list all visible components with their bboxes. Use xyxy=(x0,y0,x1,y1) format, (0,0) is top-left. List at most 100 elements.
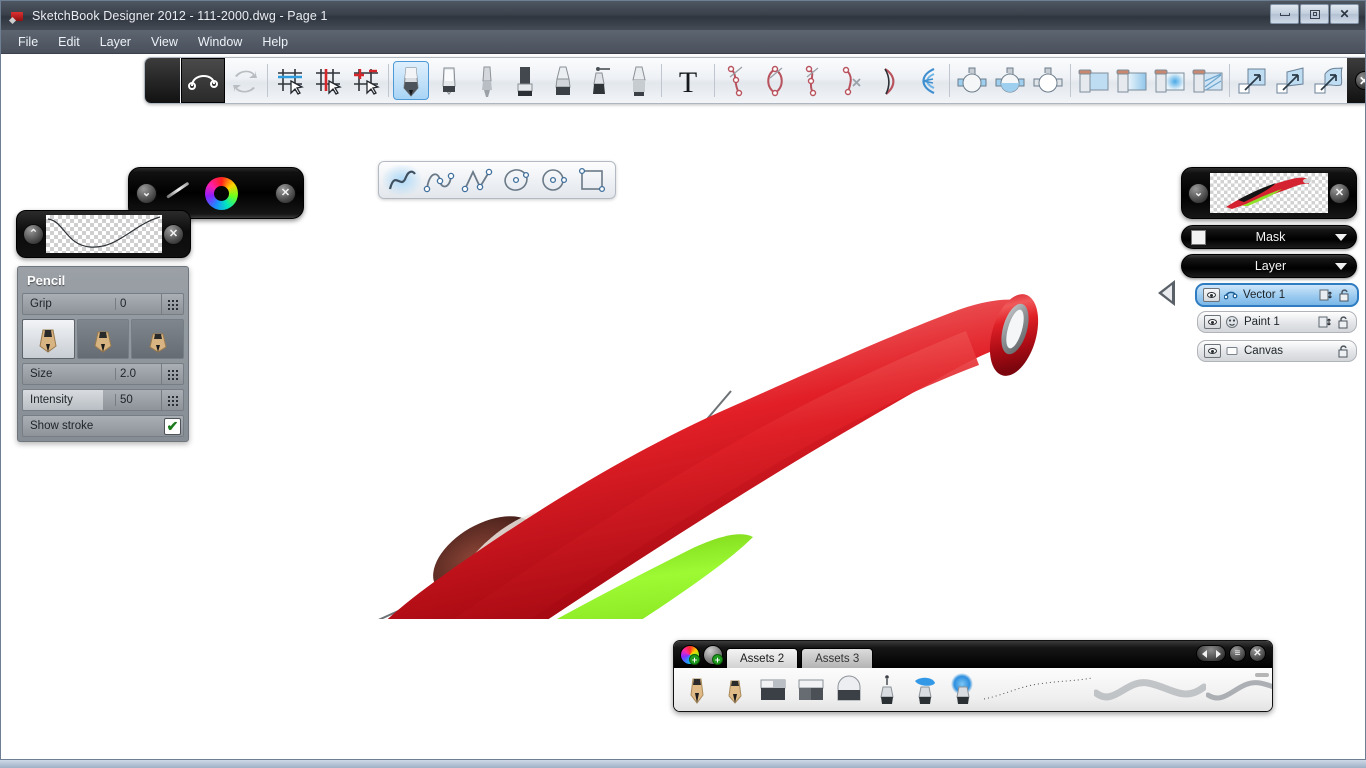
assets-nav-arrows[interactable] xyxy=(1196,645,1226,662)
assets-close-icon[interactable]: ✕ xyxy=(1249,645,1266,662)
brush-add-icon[interactable]: + xyxy=(703,645,723,665)
minimize-button[interactable] xyxy=(1270,4,1299,24)
eraser-2-asset-icon[interactable] xyxy=(792,670,830,710)
layer-row-vector-1[interactable]: Vector 1 xyxy=(1195,283,1359,307)
layer-dropdown-button[interactable]: Layer xyxy=(1181,254,1357,278)
rectangle-icon[interactable] xyxy=(573,165,611,195)
curve-delete-point-icon[interactable] xyxy=(833,61,869,100)
color-panel-collapse-icon[interactable]: ⌄ xyxy=(136,182,157,204)
mask-dropdown-button[interactable]: Mask xyxy=(1181,225,1357,249)
redo-arrow-icon[interactable] xyxy=(227,61,263,100)
fill-gradient-icon[interactable] xyxy=(1113,61,1149,100)
vector-curve-icon[interactable] xyxy=(181,58,225,103)
chisel-marker-icon[interactable] xyxy=(545,61,581,100)
layer-visibility-eye-icon[interactable] xyxy=(1204,315,1221,329)
block-eraser-asset-icon[interactable] xyxy=(830,670,868,710)
pencil-asset-icon[interactable] xyxy=(678,670,716,710)
curve-add-point-icon[interactable] xyxy=(719,61,755,100)
fill-radial-icon[interactable] xyxy=(1151,61,1187,100)
canvas-workspace[interactable]: T ✕ ⌄ ✕ ⌃ ✕ Pencil Grip 0 Size 2.0 Inten… xyxy=(1,54,1365,759)
layer-row-paint-1[interactable]: Paint 1 xyxy=(1197,311,1357,333)
guide-vertical-icon[interactable] xyxy=(310,61,346,100)
tab-assets-2[interactable]: Assets 2 xyxy=(726,648,799,668)
pencil-2-asset-icon[interactable] xyxy=(716,670,754,710)
pencil-icon[interactable] xyxy=(393,61,429,100)
freehand-curve-icon[interactable] xyxy=(383,165,421,195)
assets-scroll-handle[interactable] xyxy=(1255,673,1269,677)
transform-distort-icon[interactable] xyxy=(1272,61,1308,100)
layer-lock-icon[interactable] xyxy=(1336,344,1350,358)
assets-prev-arrow-icon[interactable] xyxy=(1201,649,1207,658)
gradient-linear-icon[interactable] xyxy=(954,61,990,100)
size-slider[interactable]: Size 2.0 xyxy=(22,363,184,385)
circle-icon[interactable] xyxy=(535,165,573,195)
layer-lock-icon[interactable] xyxy=(1336,315,1350,329)
layer-transform-icon[interactable] xyxy=(1319,288,1333,302)
layer-transform-icon[interactable] xyxy=(1318,315,1332,329)
color-panel-close-icon[interactable]: ✕ xyxy=(275,182,296,204)
curve-arc-icon[interactable] xyxy=(871,61,907,100)
guide-cross-icon[interactable] xyxy=(348,61,384,100)
add-brush-plus-icon[interactable]: + xyxy=(712,654,723,665)
brush-icon[interactable] xyxy=(469,61,505,100)
grip-handle-icon[interactable] xyxy=(161,294,183,314)
intensity-slider[interactable]: Intensity 50 xyxy=(22,389,184,411)
menu-window[interactable]: Window xyxy=(189,32,251,52)
close-button[interactable]: ✕ xyxy=(1330,4,1359,24)
transform-warp-icon[interactable] xyxy=(1310,61,1346,100)
mask-chevron-down-icon[interactable] xyxy=(1335,233,1347,241)
polyline-icon[interactable] xyxy=(459,165,497,195)
layer-lock-icon[interactable] xyxy=(1337,288,1351,302)
layer-thumbnail-icon[interactable] xyxy=(1210,173,1328,213)
gradient-clear-icon[interactable] xyxy=(1030,61,1066,100)
text-tool-icon[interactable]: T xyxy=(666,61,710,100)
transform-scale-icon[interactable] xyxy=(1234,61,1270,100)
eraser-asset-icon[interactable] xyxy=(754,670,792,710)
toolbar-close-icon[interactable]: ✕ xyxy=(1354,71,1365,90)
restore-button[interactable] xyxy=(1300,4,1329,24)
stroke-panel-collapse-icon[interactable]: ⌃ xyxy=(23,223,44,245)
layer-visibility-eye-icon[interactable] xyxy=(1204,344,1221,358)
grip-slider[interactable]: Grip 0 xyxy=(22,293,184,315)
soft-airbrush-asset-icon[interactable] xyxy=(906,670,944,710)
pencil-tip-soft-icon[interactable] xyxy=(22,319,75,359)
layer-visibility-eye-icon[interactable] xyxy=(1203,288,1220,302)
layer-chevron-down-icon[interactable] xyxy=(1335,262,1347,270)
eraser-pen-icon[interactable] xyxy=(431,61,467,100)
airbrush-asset-icon[interactable] xyxy=(868,670,906,710)
menu-edit[interactable]: Edit xyxy=(49,32,89,52)
layer-row-canvas[interactable]: Canvas xyxy=(1197,340,1357,362)
gradient-radial-icon[interactable] xyxy=(992,61,1028,100)
airbrush-icon[interactable] xyxy=(583,61,619,100)
stroke-panel-close-icon[interactable]: ✕ xyxy=(163,223,184,245)
guide-horizontal-icon[interactable] xyxy=(272,61,308,100)
color-picker-add-icon[interactable]: + xyxy=(680,645,700,665)
stroke-dotted-thin[interactable] xyxy=(982,670,1094,710)
fill-solid-icon[interactable] xyxy=(1075,61,1111,100)
add-color-plus-icon[interactable]: + xyxy=(689,654,700,665)
assets-menu-icon[interactable]: ≡ xyxy=(1229,645,1246,662)
pencil-tip-medium-icon[interactable] xyxy=(76,319,130,359)
color-wheel-icon[interactable] xyxy=(204,176,238,210)
collapse-left-arrow-icon[interactable] xyxy=(1158,280,1175,306)
curve-edit-point-icon[interactable] xyxy=(795,61,831,100)
felt-pen-icon[interactable] xyxy=(621,61,657,100)
menu-layer[interactable]: Layer xyxy=(91,32,140,52)
tab-assets-3[interactable]: Assets 3 xyxy=(801,648,874,668)
size-handle-icon[interactable] xyxy=(161,364,183,384)
curve-close-path-icon[interactable] xyxy=(757,61,793,100)
fill-texture-icon[interactable] xyxy=(1189,61,1225,100)
bezier-curve-icon[interactable] xyxy=(421,165,459,195)
pencil-tip-hard-icon[interactable] xyxy=(131,319,185,359)
curve-multi-icon[interactable] xyxy=(909,61,945,100)
stroke-soft-wide[interactable] xyxy=(1094,670,1206,710)
layer-thumb-collapse-icon[interactable]: ⌄ xyxy=(1188,182,1209,204)
menu-file[interactable]: File xyxy=(9,32,47,52)
ellipse-icon[interactable] xyxy=(497,165,535,195)
layer-thumb-close-icon[interactable]: ✕ xyxy=(1329,182,1350,204)
assets-next-arrow-icon[interactable] xyxy=(1215,649,1221,658)
menu-help[interactable]: Help xyxy=(253,32,297,52)
show-stroke-row[interactable]: Show stroke ✔ xyxy=(22,415,184,437)
blob-airbrush-asset-icon[interactable] xyxy=(944,670,982,710)
menu-view[interactable]: View xyxy=(142,32,187,52)
